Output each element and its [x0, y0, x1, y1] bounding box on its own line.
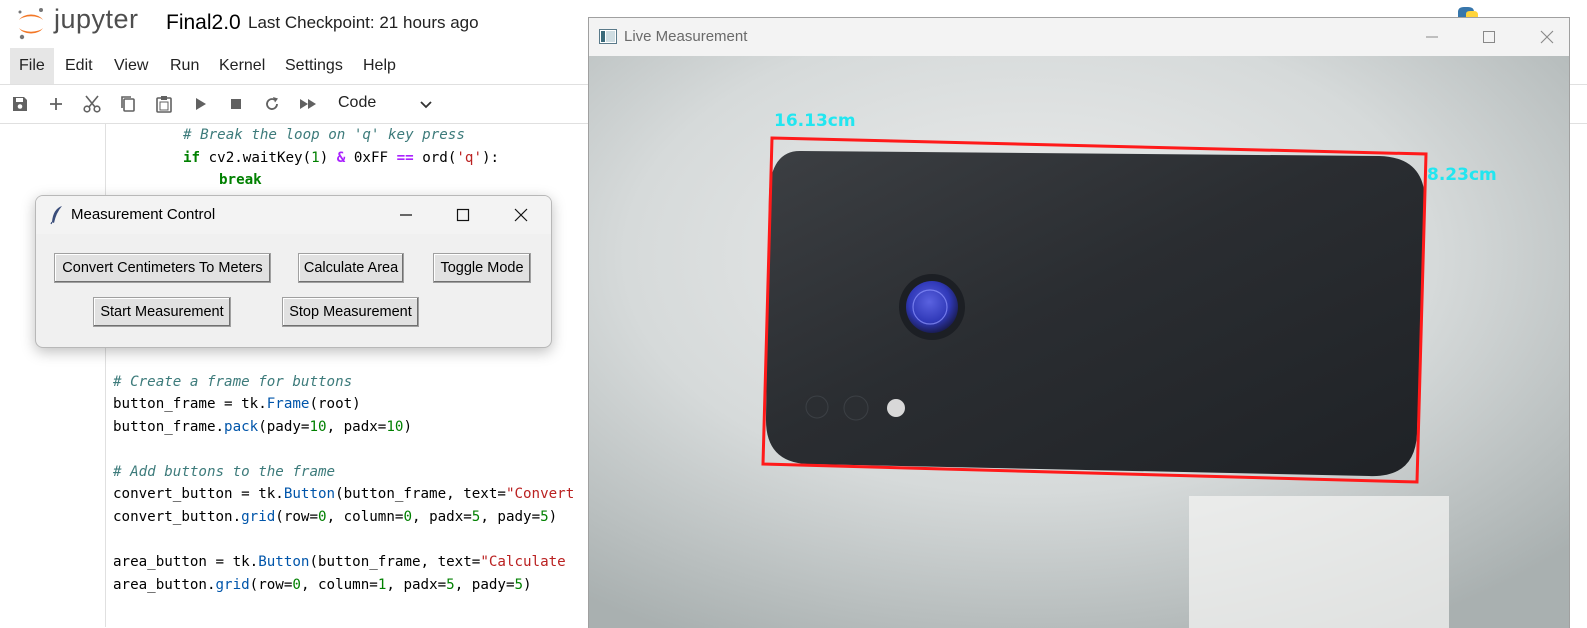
- menu-kernel[interactable]: Kernel: [210, 48, 274, 84]
- code-line[interactable]: button_frame = tk.Frame(root): [113, 396, 361, 412]
- save-icon[interactable]: [10, 94, 30, 114]
- menu-help[interactable]: Help: [354, 48, 405, 84]
- minimize-icon[interactable]: [1418, 24, 1446, 50]
- measurement-control-window: Measurement Control Convert Centimeters …: [35, 195, 552, 348]
- live-measurement-window: Live Measurement 16.13cm 8.23cm: [588, 17, 1570, 628]
- feather-icon: [50, 206, 62, 225]
- code-line[interactable]: break: [219, 172, 262, 188]
- close-icon[interactable]: [1533, 24, 1561, 50]
- stop-measurement-button[interactable]: Stop Measurement: [282, 297, 419, 327]
- menu-view[interactable]: View: [105, 48, 157, 84]
- jupyter-logo-text: jupyter: [54, 4, 139, 34]
- phone: [765, 150, 1426, 477]
- measurement-control-title: Measurement Control: [71, 206, 216, 223]
- phone-flash: [887, 399, 905, 417]
- height-label: 8.23cm: [1427, 165, 1497, 185]
- bright-reflection: [1189, 496, 1449, 628]
- code-line[interactable]: # Create a frame for buttons: [113, 374, 352, 390]
- calculate-area-button[interactable]: Calculate Area: [298, 253, 404, 283]
- maximize-icon[interactable]: [449, 202, 477, 228]
- opencv-window-icon: [599, 29, 617, 44]
- add-cell-icon[interactable]: [46, 94, 66, 114]
- phone-camera-lens-inner: [906, 281, 958, 333]
- paste-icon[interactable]: [154, 94, 174, 114]
- phone-sensor: [843, 395, 869, 421]
- minimize-icon[interactable]: [392, 202, 420, 228]
- code-line[interactable]: convert_button.grid(row=0, column=0, pad…: [113, 509, 557, 525]
- menu-edit[interactable]: Edit: [56, 48, 102, 84]
- notebook-name[interactable]: Final2.0: [166, 11, 241, 35]
- menu-settings[interactable]: Settings: [276, 48, 352, 84]
- toggle-mode-button[interactable]: Toggle Mode: [433, 253, 531, 283]
- maximize-icon[interactable]: [1475, 24, 1503, 50]
- menu-run[interactable]: Run: [161, 48, 208, 84]
- jupyter-logo-icon[interactable]: [14, 4, 48, 42]
- code-line[interactable]: if cv2.waitKey(1) & 0xFF == ord('q'):: [183, 150, 499, 166]
- cut-icon[interactable]: [82, 94, 102, 114]
- width-label: 16.13cm: [774, 111, 856, 131]
- run-icon[interactable]: [190, 94, 210, 114]
- live-measurement-title: Live Measurement: [624, 28, 748, 45]
- start-measurement-button[interactable]: Start Measurement: [93, 297, 231, 327]
- stop-icon[interactable]: [226, 94, 246, 114]
- fast-forward-icon[interactable]: [298, 94, 318, 114]
- code-line[interactable]: convert_button = tk.Button(button_frame,…: [113, 486, 574, 502]
- code-line[interactable]: area_button.grid(row=0, column=1, padx=5…: [113, 577, 532, 593]
- measurement-control-titlebar[interactable]: Measurement Control: [36, 196, 551, 234]
- convert-button[interactable]: Convert Centimeters To Meters: [54, 253, 271, 283]
- cell-type-select[interactable]: Code: [338, 94, 376, 112]
- code-line[interactable]: button_frame.pack(pady=10, padx=10): [113, 419, 412, 435]
- code-line[interactable]: # Break the loop on 'q' key press: [183, 127, 465, 143]
- close-icon[interactable]: [507, 202, 535, 228]
- chevron-down-icon[interactable]: [418, 96, 434, 112]
- code-line[interactable]: # Add buttons to the frame: [113, 464, 335, 480]
- copy-icon[interactable]: [118, 94, 138, 114]
- code-line[interactable]: area_button = tk.Button(button_frame, te…: [113, 554, 566, 570]
- checkpoint-status: Last Checkpoint: 21 hours ago: [248, 13, 479, 32]
- phone-sensor: [805, 395, 829, 419]
- live-measurement-titlebar[interactable]: Live Measurement: [589, 18, 1569, 56]
- camera-feed: 16.13cm 8.23cm: [589, 56, 1569, 628]
- menu-file[interactable]: File: [10, 48, 54, 84]
- restart-icon[interactable]: [262, 94, 282, 114]
